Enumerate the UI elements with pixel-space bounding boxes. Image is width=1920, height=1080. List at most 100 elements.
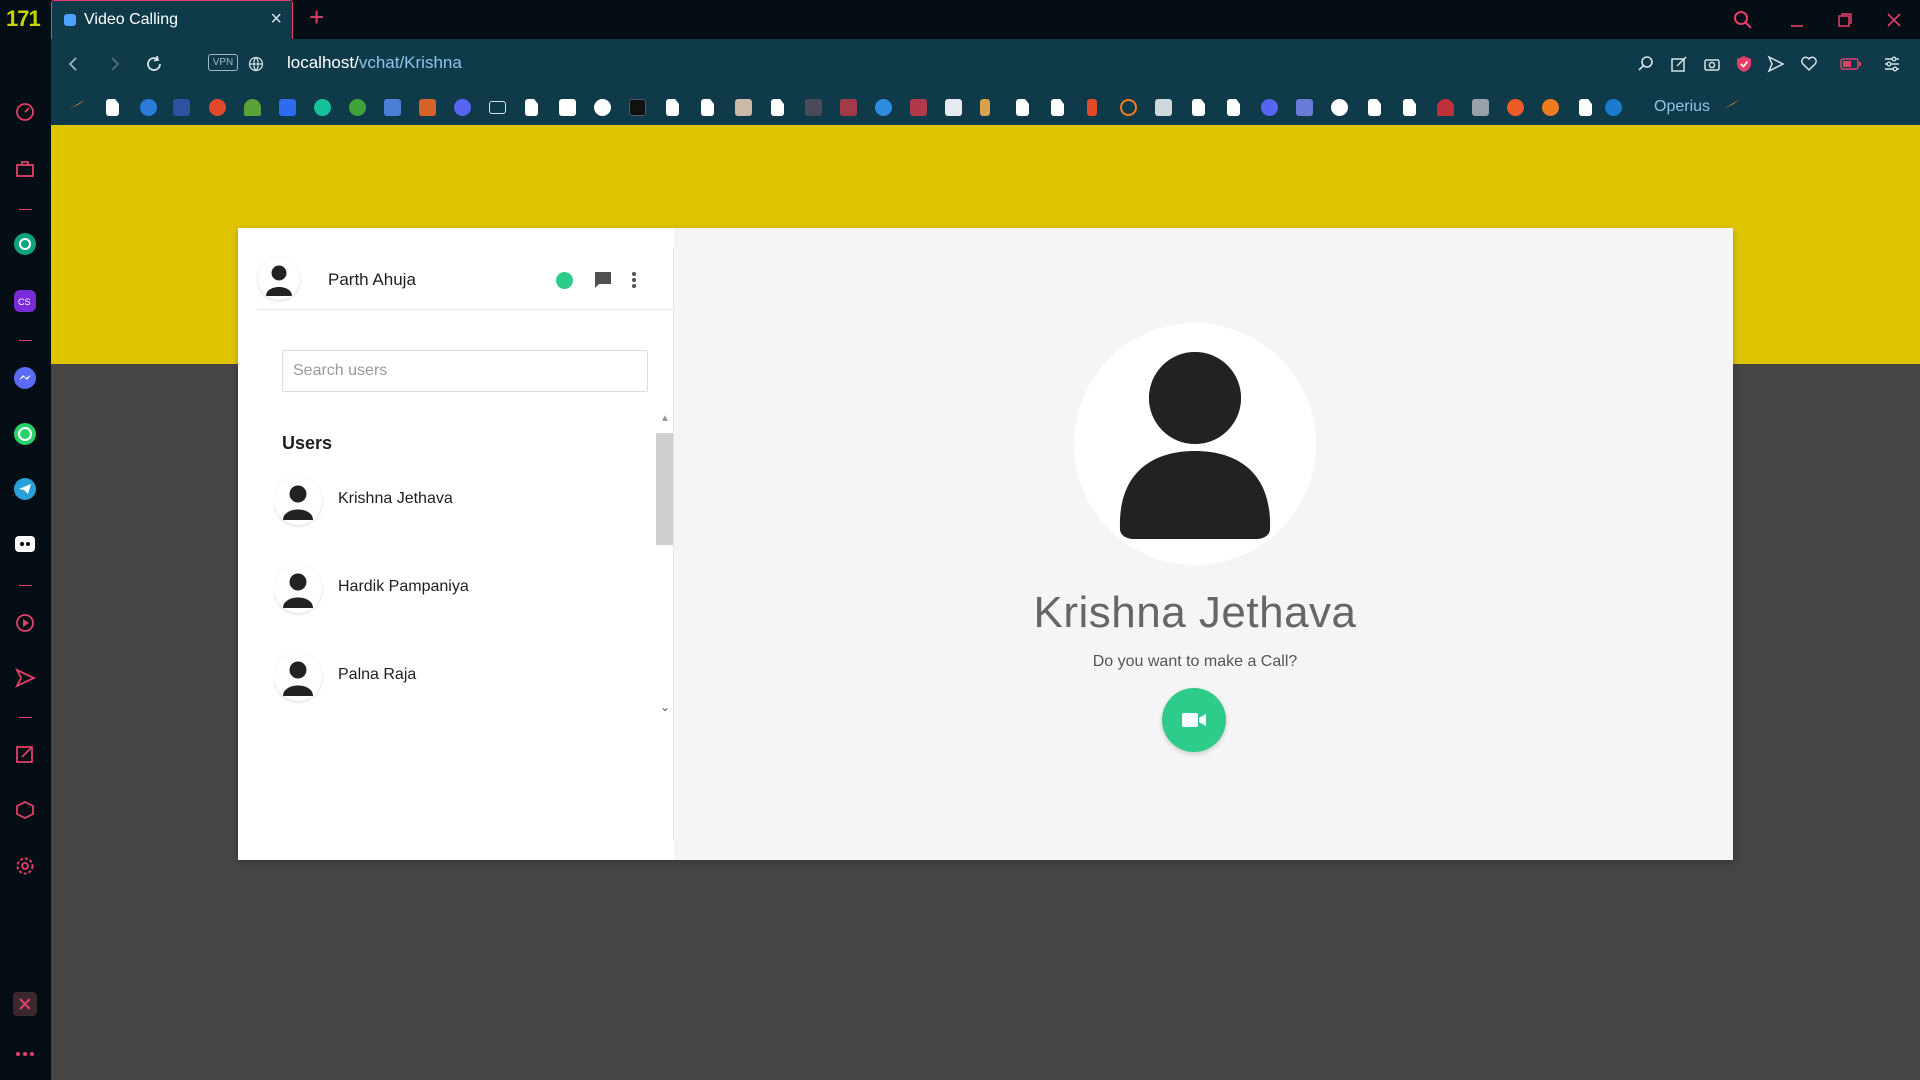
- search-users-input[interactable]: [282, 350, 648, 392]
- bookmark-folder-arrow-icon[interactable]: [1723, 99, 1740, 110]
- back-arrow-icon[interactable]: [61, 51, 87, 77]
- url-field[interactable]: localhost/vchat/Krishna: [287, 53, 462, 73]
- telegram-icon[interactable]: [12, 476, 38, 502]
- player-icon[interactable]: [12, 610, 38, 636]
- user-list-item[interactable]: Palna Raja: [274, 644, 654, 710]
- user-list-scrollbar[interactable]: ▲ ⌄: [656, 413, 674, 713]
- bookmark-page-icon[interactable]: [1051, 99, 1064, 116]
- bookmark-site-icon[interactable]: [980, 99, 990, 116]
- easy-setup-icon[interactable]: [1880, 52, 1904, 76]
- restore-icon[interactable]: [1833, 8, 1857, 32]
- bookmark-page-icon[interactable]: [1579, 99, 1592, 116]
- bookmark-site-icon[interactable]: [840, 99, 857, 116]
- new-tab-button[interactable]: +: [309, 4, 324, 30]
- bookmark-site-icon[interactable]: [629, 99, 646, 116]
- bookmark-page-icon[interactable]: [701, 99, 714, 116]
- whatsapp-icon[interactable]: [12, 421, 38, 447]
- user-list-item[interactable]: Hardik Pampaniya: [274, 556, 654, 622]
- notes-icon[interactable]: [12, 741, 38, 767]
- bookmark-site-icon[interactable]: [910, 99, 927, 116]
- my-avatar[interactable]: [258, 258, 300, 300]
- bookmark-site-icon[interactable]: [1507, 99, 1524, 116]
- bookmark-github-icon[interactable]: [1331, 99, 1348, 116]
- send-icon[interactable]: [12, 665, 38, 691]
- bookmark-site-icon[interactable]: [805, 99, 822, 116]
- cs-app-icon[interactable]: CS: [12, 288, 38, 314]
- bookmark-page-icon[interactable]: [525, 99, 538, 116]
- bookmark-site-icon[interactable]: [1087, 99, 1097, 116]
- bookmark-page-icon[interactable]: [106, 99, 119, 116]
- extensions-icon[interactable]: [12, 797, 38, 823]
- speed-dial-icon[interactable]: [12, 99, 38, 125]
- bookmark-grammarly-icon[interactable]: [314, 99, 331, 116]
- camera-icon[interactable]: [1700, 52, 1724, 76]
- bookmark-site-icon[interactable]: [945, 99, 962, 116]
- bookmark-site-icon[interactable]: [1155, 99, 1172, 116]
- bookmark-page-icon[interactable]: [1227, 99, 1240, 116]
- user-name: Palna Raja: [338, 666, 417, 683]
- bookmark-page-icon[interactable]: [1016, 99, 1029, 116]
- sidebar-separator: [19, 585, 32, 586]
- customize-icon[interactable]: [12, 991, 38, 1017]
- bookmark-site-icon[interactable]: [735, 99, 752, 116]
- user-list-item[interactable]: Krishna Jethava: [274, 468, 654, 534]
- forward-arrow-icon[interactable]: [101, 51, 127, 77]
- bookmark-site-icon[interactable]: [594, 99, 611, 116]
- bookmark-site-icon[interactable]: [419, 99, 436, 116]
- site-info-globe-icon[interactable]: [243, 51, 269, 77]
- chat-bubble-icon[interactable]: [593, 270, 613, 290]
- scrollbar-thumb[interactable]: [656, 433, 674, 545]
- adblock-shield-icon[interactable]: [1732, 52, 1756, 76]
- toolbox-icon[interactable]: [12, 156, 38, 182]
- bookmark-discord-icon[interactable]: [1261, 99, 1278, 116]
- messenger-icon[interactable]: [12, 365, 38, 391]
- bookmark-site-icon[interactable]: [1437, 99, 1454, 116]
- bookmark-operius-label[interactable]: Operius: [1654, 98, 1710, 116]
- bookmark-page-icon[interactable]: [1403, 99, 1416, 116]
- flow-send-icon[interactable]: [1764, 52, 1788, 76]
- lens-search-icon[interactable]: [1634, 52, 1658, 76]
- bookmark-page-icon[interactable]: [666, 99, 679, 116]
- tab-close-icon[interactable]: ×: [270, 9, 282, 29]
- bookmark-page-icon[interactable]: [1368, 99, 1381, 116]
- more-menu-icon[interactable]: [628, 268, 640, 292]
- bookmark-site-icon[interactable]: [209, 99, 226, 116]
- scroll-up-arrow-icon[interactable]: ▲: [659, 413, 671, 425]
- settings-gear-icon[interactable]: [12, 853, 38, 879]
- bookmark-codepen-icon[interactable]: [559, 99, 576, 116]
- vpn-badge[interactable]: VPN: [208, 54, 238, 71]
- battery-saver-icon[interactable]: [1839, 52, 1863, 76]
- call-prompt: Do you want to make a Call?: [1092, 653, 1298, 670]
- user-silhouette-icon: [283, 485, 313, 520]
- scroll-down-arrow-icon[interactable]: ⌄: [659, 701, 671, 713]
- bookmark-chess-icon[interactable]: [244, 99, 261, 116]
- bookmark-discord-icon[interactable]: [454, 99, 471, 116]
- bookmark-site-icon[interactable]: [1472, 99, 1489, 116]
- bookmark-mal-icon[interactable]: [173, 99, 190, 116]
- bookmark-site-icon[interactable]: [140, 99, 157, 116]
- bookmark-site-icon[interactable]: [875, 99, 892, 116]
- reload-icon[interactable]: [141, 51, 167, 77]
- bookmark-search-icon[interactable]: [384, 99, 401, 116]
- bookmark-page-icon[interactable]: [771, 99, 784, 116]
- bookmark-z-icon[interactable]: [279, 99, 296, 116]
- bookmark-operius-icon[interactable]: [1605, 99, 1622, 116]
- discord-icon[interactable]: [12, 532, 38, 558]
- more-options-icon[interactable]: [12, 1041, 38, 1067]
- start-video-call-button[interactable]: [1162, 688, 1226, 752]
- bookmark-page-icon[interactable]: [1192, 99, 1205, 116]
- bookmark-site-icon[interactable]: [349, 99, 366, 116]
- call-panel: Krishna Jethava Do you want to make a Ca…: [674, 228, 1733, 860]
- bookmark-site-icon[interactable]: [1120, 99, 1137, 116]
- bookmark-folder-icon[interactable]: [489, 101, 506, 114]
- bookmark-site-icon[interactable]: [1542, 99, 1559, 116]
- tab-video-calling[interactable]: Video Calling ×: [51, 0, 293, 39]
- search-tabs-icon[interactable]: [1731, 8, 1755, 32]
- edit-icon[interactable]: [1667, 52, 1691, 76]
- minimize-icon[interactable]: [1785, 8, 1809, 32]
- chatgpt-icon[interactable]: [12, 231, 38, 257]
- bookmark-folder-arrow-icon[interactable]: [69, 99, 86, 110]
- bookmark-heart-icon[interactable]: [1797, 52, 1821, 76]
- close-window-icon[interactable]: [1882, 8, 1906, 32]
- bookmark-site-icon[interactable]: [1296, 99, 1313, 116]
